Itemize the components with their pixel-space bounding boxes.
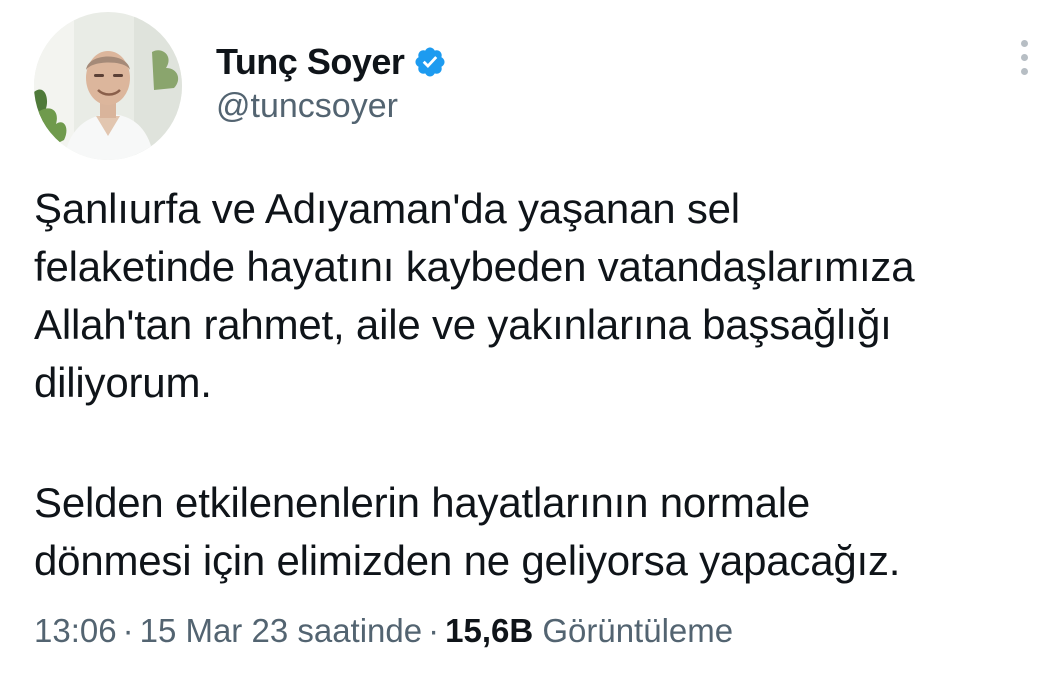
tweet-text-line: diliyorum.: [34, 359, 212, 406]
more-vertical-icon: [1021, 40, 1028, 47]
meta-separator: ·: [428, 612, 440, 649]
tweet-text-line: Şanlıurfa ve Adıyaman'da yaşanan sel: [34, 185, 740, 232]
tweet-text-paragraph-1: Şanlıurfa ve Adıyaman'da yaşanan sel fel…: [34, 180, 1044, 412]
more-vertical-icon-dot: [1021, 54, 1028, 61]
views-count: 15,6B: [445, 612, 534, 649]
more-options-button[interactable]: [1008, 36, 1040, 80]
author-name-row: Tunç Soyer: [216, 40, 447, 84]
tweet-text-line: felaketinde hayatını kaybeden vatandaşla…: [34, 243, 915, 290]
views-label: Görüntüleme: [542, 612, 734, 649]
tweet-text-paragraph-2: Selden etkilenenlerin hayatlarının norma…: [34, 474, 1044, 590]
verified-badge-icon: [413, 45, 447, 79]
tweet-text-line: Allah'tan rahmet, aile ve yakınlarına ba…: [34, 301, 892, 348]
tweet-meta: 13:06 · 15 Mar 23 saatinde · 15,6B Görüntüle…: [34, 612, 733, 650]
more-vertical-icon-dot: [1021, 68, 1028, 75]
avatar[interactable]: [34, 12, 182, 160]
tweet-date: 15 Mar 23 saatinde: [139, 612, 423, 649]
tweet-time: 13:06: [34, 612, 117, 649]
author-display-name[interactable]: Tunç Soyer: [216, 41, 405, 83]
avatar-image: [34, 12, 182, 160]
meta-separator: ·: [122, 612, 134, 649]
tweet-text-line: Selden etkilenenlerin hayatlarının norma…: [34, 479, 811, 526]
tweet-text-line: dönmesi için elimizden ne geliyorsa yapa…: [34, 537, 901, 584]
tweet: Tunç Soyer @tuncsoyer Şanlıurfa ve Adıya…: [0, 0, 1060, 683]
author-handle[interactable]: @tuncsoyer: [216, 87, 398, 126]
tweet-timestamp-link[interactable]: 13:06 · 15 Mar 23 saatinde: [34, 612, 422, 649]
views-link[interactable]: 15,6B Görüntüleme: [445, 612, 733, 649]
